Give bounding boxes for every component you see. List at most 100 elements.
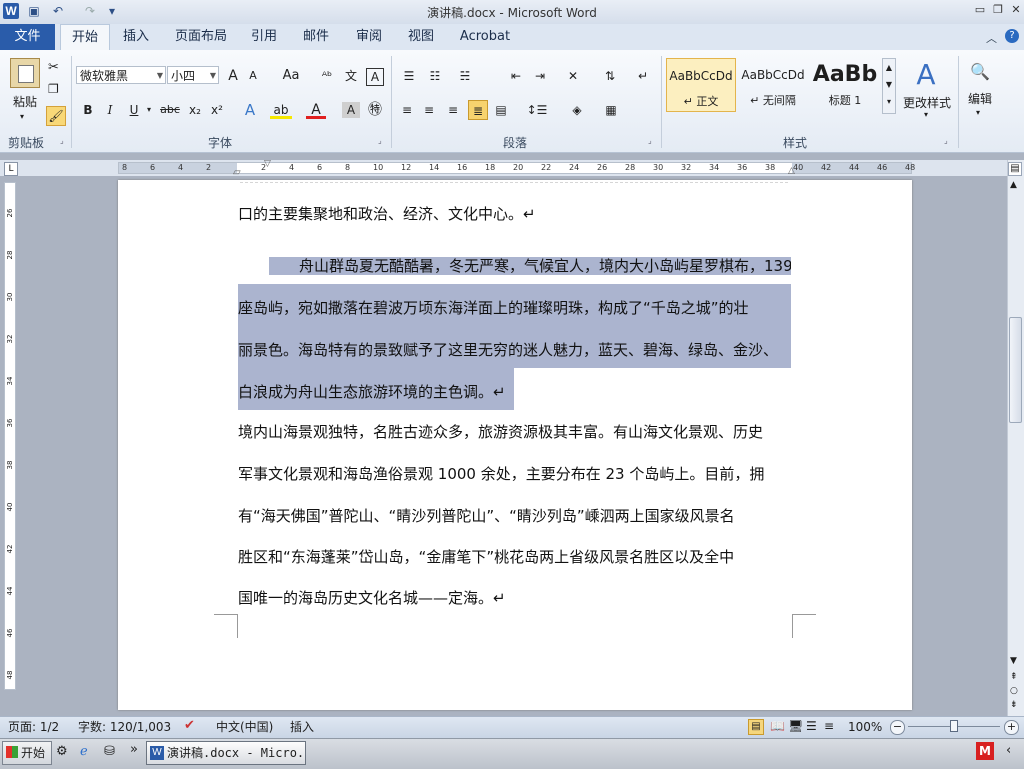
minimize-button[interactable]: ▭ [972,3,988,17]
bullets-icon[interactable]: ☰ [398,66,420,86]
outline-icon[interactable]: ☰ [806,719,817,733]
tray-app-icon[interactable]: M [976,742,994,760]
vertical-scrollbar[interactable] [1007,160,1024,716]
scroll-down-icon[interactable]: ▼ [1010,656,1017,666]
start-button[interactable]: 开始 [2,741,52,765]
decrease-indent-icon[interactable]: ⇤ [506,66,526,86]
phonetic-guide-icon[interactable]: 文 [342,66,360,86]
paste-dropdown-icon[interactable]: ▾ [20,112,24,121]
zoom-slider-thumb[interactable] [950,720,958,732]
print-layout-icon[interactable]: ▤ [748,719,764,735]
borders-icon[interactable]: ▦ [598,100,624,120]
clear-format-icon[interactable]: ᴬᵇ [318,66,336,86]
chevron-down-icon[interactable]: ▾ [976,108,980,117]
numbering-icon[interactable]: ☷ [424,66,446,86]
scrollbar-thumb[interactable] [1009,317,1022,423]
find-icon[interactable]: 🔍 [966,58,994,86]
style-normal[interactable]: AaBbCcDd ↵ 正文 [666,58,736,112]
superscript-button[interactable]: x² [208,100,226,120]
paragraph-launcher-icon[interactable]: ⌟ [648,136,652,145]
doc-line-selected[interactable]: 座岛屿，宛如撒落在碧波万顷东海洋面上的璀璨明珠，构成了“千岛之城”的壮 [238,284,791,326]
cut-icon[interactable]: ✂ [48,60,59,75]
character-border-icon[interactable]: A [366,68,384,86]
close-button[interactable]: ✕ [1008,3,1024,17]
web-layout-icon[interactable]: 🖥 [788,719,803,733]
tab-insert[interactable]: 插入 [116,24,156,50]
tab-home[interactable]: 开始 [60,24,110,50]
doc-line[interactable]: 胜区和“东海蓬莱”岱山岛，“金庸笔下”桃花岛两上省级风景名胜区以及全中 [238,541,791,573]
tab-view[interactable]: 视图 [402,24,440,50]
quick-launch-app-icon[interactable]: ⛁ [104,744,115,759]
right-indent-marker-icon[interactable]: △ [788,166,795,176]
underline-button[interactable]: U [126,100,142,120]
grow-font-button[interactable]: A [224,66,242,86]
tab-acrobat[interactable]: Acrobat [456,24,514,50]
taskbar-word-window[interactable]: W 演讲稿.docx - Micro... [146,741,306,765]
zoom-level[interactable]: 100% [848,717,882,737]
tab-references[interactable]: 引用 [246,24,282,50]
zoom-in-button[interactable]: + [1004,720,1019,735]
style-no-spacing[interactable]: AaBbCcDd ↵ 无间隔 [738,58,808,112]
previous-page-icon[interactable]: ⇞ [1010,672,1018,682]
doc-line[interactable]: 境内山海景观独特，名胜古迹众多，旅游资源极其丰富。有山海文化景观、历史 [238,416,791,448]
bold-button[interactable]: B [80,100,96,120]
doc-line-selected[interactable]: 丽景色。海岛特有的景致赋予了这里无穷的迷人魅力，蓝天、碧海、绿岛、金沙、 [238,326,791,368]
scroll-up-icon[interactable]: ▲ [1010,180,1017,190]
paste-label[interactable]: 粘贴 [10,93,40,110]
select-browse-object-icon[interactable]: ○ [1010,686,1018,696]
tab-file[interactable]: 文件 [0,24,55,50]
draft-icon[interactable]: ≡ [824,719,834,733]
chinese-layout-icon[interactable]: ✕ [562,66,584,86]
align-center-icon[interactable]: ≡ [420,100,438,120]
word-count[interactable]: 字数: 120/1,003 [78,717,171,737]
insert-mode[interactable]: 插入 [290,717,314,737]
quick-launch-ie-settings-icon[interactable]: ⚙ [56,744,68,759]
change-styles-icon[interactable]: A [908,58,944,92]
help-icon[interactable]: ? [1005,29,1019,43]
zoom-out-button[interactable]: − [890,720,905,735]
restore-button[interactable]: ❐ [990,3,1006,17]
italic-button[interactable]: I [102,100,118,120]
doc-line[interactable]: 军事文化景观和海岛渔俗景观 1000 余处，主要分布在 23 个岛屿上。目前，拥 [238,458,791,490]
align-right-icon[interactable]: ≡ [444,100,462,120]
editing-label[interactable]: 编辑 [962,90,998,107]
font-name-combo[interactable]: 微软雅黑 ▼ [76,66,166,84]
next-page-icon[interactable]: ⇟ [1010,700,1018,710]
underline-dropdown-icon[interactable]: ▾ [144,100,154,120]
align-left-icon[interactable]: ≡ [398,100,416,120]
show-marks-icon[interactable]: ↵ [634,66,652,86]
hanging-indent-marker-icon[interactable]: ▽ [264,159,271,169]
distributed-icon[interactable]: ▤ [492,100,510,120]
text-effects-icon[interactable]: A [240,100,260,120]
justify-icon[interactable]: ≣ [468,100,488,120]
clipboard-launcher-icon[interactable]: ⌟ [60,136,64,145]
doc-line[interactable]: 国唯一的海岛历史文化名城——定海。↵ [238,582,791,614]
tab-page-layout[interactable]: 页面布局 [170,24,232,50]
doc-line[interactable]: 有“海天佛国”普陀山、“睛沙列普陀山”、“睛沙列岛”嵊泗两上国家级风景名 [238,500,791,532]
doc-line[interactable]: 口的主要集聚地和政治、经济、文化中心。↵ [238,198,791,230]
font-color-icon[interactable]: A [306,100,326,120]
style-heading-1[interactable]: AaBb 标题 1 [810,58,880,112]
chevron-down-icon[interactable]: ▾ [924,110,928,119]
sort-icon[interactable]: ⇅ [600,66,620,86]
change-styles-label[interactable]: 更改样式 [900,94,954,111]
character-shading-icon[interactable]: A [342,102,360,118]
line-spacing-icon[interactable]: ↕☰ [524,100,550,120]
subscript-button[interactable]: x₂ [186,100,204,120]
copy-icon[interactable]: ❐ [48,82,59,96]
increase-indent-icon[interactable]: ⇥ [530,66,550,86]
styles-scroll[interactable]: ▲ ▼ ▾ [882,58,896,114]
doc-line-selected[interactable]: 舟山群岛夏无酷酷暑，冬无严寒，气候宜人，境内大小岛屿星罗棋布，1390 [238,250,791,282]
highlight-icon[interactable]: ab [270,100,292,120]
multilevel-list-icon[interactable]: ☵ [452,66,478,86]
page-count[interactable]: 页面: 1/2 [8,717,59,737]
doc-line-selected[interactable]: 白浪成为舟山生态旅游环境的主色调。↵ [238,368,791,410]
language-status[interactable]: 中文(中国) [216,717,273,737]
tab-review[interactable]: 审阅 [350,24,388,50]
font-launcher-icon[interactable]: ⌟ [378,136,382,145]
styles-launcher-icon[interactable]: ⌟ [944,136,948,145]
minimize-ribbon-icon[interactable]: ︿ [986,30,997,46]
change-case-button[interactable]: Aa [278,66,304,86]
view-ruler-icon[interactable]: ▤ [1008,162,1022,176]
strikethrough-button[interactable]: abc [158,100,182,120]
